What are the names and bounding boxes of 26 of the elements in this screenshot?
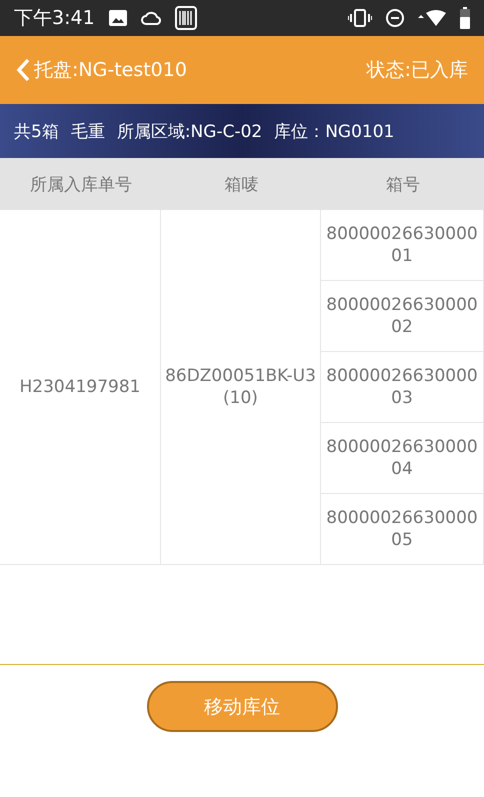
table-cell: 8000002663000001 [321, 210, 484, 281]
status-label: 状态:已入库 [366, 58, 468, 83]
table-cell: 8000002663000003 [321, 352, 484, 423]
cloud-icon [140, 11, 161, 25]
move-location-button[interactable]: 移动库位 [146, 681, 338, 732]
battery-icon [460, 7, 470, 29]
column-header: 箱号 [321, 158, 484, 210]
wifi-icon [418, 9, 446, 27]
do-not-disturb-icon [386, 9, 404, 27]
status-time: 下午3:41 [14, 6, 95, 31]
location-label: 库位：NG0101 [274, 120, 394, 142]
column-header: 箱唛 [161, 158, 321, 210]
image-icon [108, 10, 127, 26]
table-cell: H2304197981 [0, 210, 161, 565]
pallet-title: 托盘:NG-test010 [34, 58, 188, 83]
area-label: 所属区域:NG-C-02 [116, 120, 262, 142]
table-cell: 86DZ00051BK-U3(10) [161, 210, 321, 565]
gross-weight-label: 毛重 [70, 120, 105, 142]
table-cell: 8000002663000004 [321, 423, 484, 494]
barcode-icon [174, 6, 197, 30]
table-cell: 8000002663000002 [321, 281, 484, 352]
column-header: 所属入库单号 [0, 158, 161, 210]
back-button[interactable] [16, 58, 30, 82]
box-count: 共5箱 [14, 120, 59, 142]
vibrate-icon [348, 9, 372, 27]
table-cell: 8000002663000005 [321, 494, 484, 565]
